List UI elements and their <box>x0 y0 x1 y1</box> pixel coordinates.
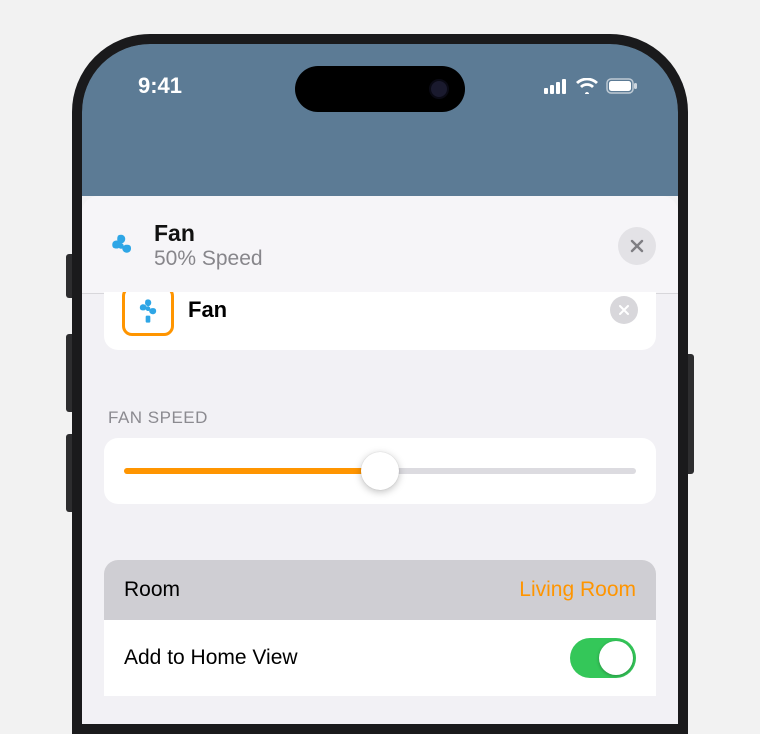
fan-icon <box>104 231 138 261</box>
sheet-header: Fan 50% Speed <box>82 196 678 294</box>
room-row[interactable]: Room Living Room <box>104 560 656 620</box>
sheet-title: Fan <box>154 220 602 247</box>
fan-speed-slider-card <box>104 438 656 504</box>
side-button-power <box>688 354 694 474</box>
screen: 9:41 Fan 50% Speed <box>82 44 678 724</box>
close-button[interactable] <box>618 227 656 265</box>
cellular-icon <box>544 78 568 94</box>
battery-icon <box>606 78 638 94</box>
status-indicators <box>544 78 638 94</box>
accessory-card[interactable]: Fan <box>104 292 656 350</box>
accessory-card-title: Fan <box>188 297 596 323</box>
close-icon <box>630 239 644 253</box>
accessory-sheet: Fan 50% Speed Fan FAN SPEED <box>82 196 678 724</box>
accessory-card-close[interactable] <box>610 296 638 324</box>
room-value: Living Room <box>519 578 636 602</box>
fan-icon <box>134 297 162 325</box>
side-button-silence <box>66 254 72 298</box>
home-view-label: Add to Home View <box>124 646 298 670</box>
dynamic-island <box>295 66 465 112</box>
sheet-content: Fan FAN SPEED Room Living Room <box>82 292 678 696</box>
settings-list: Room Living Room Add to Home View <box>104 560 656 696</box>
slider-thumb[interactable] <box>361 452 399 490</box>
fan-speed-slider[interactable] <box>124 468 636 474</box>
side-button-volume-up <box>66 334 72 412</box>
side-button-volume-down <box>66 434 72 512</box>
slider-fill <box>124 468 380 474</box>
toggle-knob <box>599 641 633 675</box>
iphone-frame: 9:41 Fan 50% Speed <box>82 44 678 724</box>
status-area: 9:41 <box>82 44 678 196</box>
sheet-title-block: Fan 50% Speed <box>154 220 602 271</box>
status-time: 9:41 <box>138 73 182 99</box>
home-view-toggle[interactable] <box>570 638 636 678</box>
accessory-card-icon-frame <box>122 292 174 336</box>
fan-speed-label: FAN SPEED <box>104 408 656 428</box>
room-label: Room <box>124 578 180 602</box>
wifi-icon <box>576 78 598 94</box>
sheet-subtitle: 50% Speed <box>154 247 602 271</box>
home-view-row: Add to Home View <box>104 620 656 696</box>
close-icon <box>619 305 629 315</box>
